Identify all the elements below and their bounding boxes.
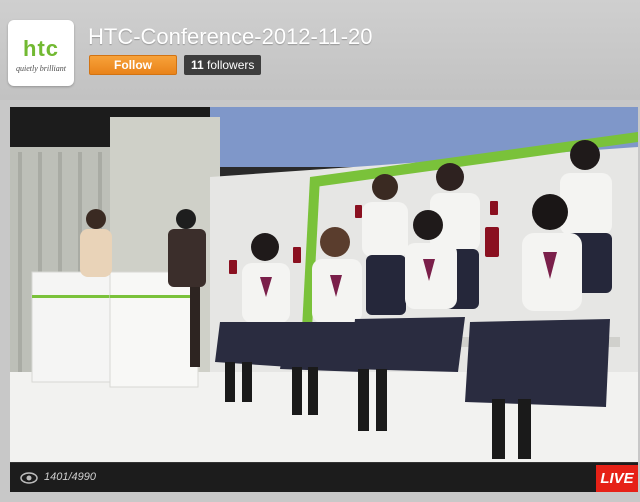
video-frame[interactable]: [10, 107, 638, 462]
followers-count: 11: [191, 58, 204, 72]
video-player[interactable]: 1401/4990 LIVE: [10, 107, 638, 492]
logo-tagline: quietly brilliant: [16, 64, 66, 73]
channel-header: htc quietly brilliant HTC-Conference-201…: [0, 0, 640, 100]
channel-title: HTC-Conference-2012-11-20: [88, 24, 373, 49]
logo-wordmark: htc: [23, 36, 59, 61]
follow-button[interactable]: Follow: [89, 55, 177, 75]
viewers-eye-icon: [20, 472, 38, 484]
channel-logo[interactable]: htc quietly brilliant: [8, 20, 74, 86]
viewer-count: 1401/4990: [44, 471, 96, 483]
player-control-bar: 1401/4990 LIVE: [10, 462, 638, 492]
stage-scene-image: [10, 107, 638, 462]
live-badge: LIVE: [596, 465, 638, 492]
followers-label: followers: [207, 58, 255, 72]
followers-badge[interactable]: 11 followers: [184, 55, 262, 75]
